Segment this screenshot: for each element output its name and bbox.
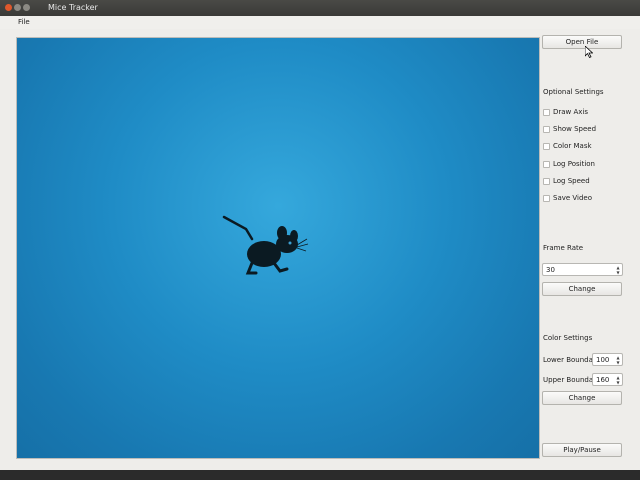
frame-rate-value: 30 xyxy=(546,266,555,274)
close-window-button[interactable] xyxy=(5,4,12,11)
checkbox-box[interactable] xyxy=(543,143,550,150)
color-settings-heading: Color Settings xyxy=(543,334,593,342)
checkbox-label: Log Position xyxy=(553,160,595,168)
play-pause-button[interactable]: Play/Pause xyxy=(542,443,622,457)
upper-boundary-spinbox[interactable]: 160 ▲ ▼ xyxy=(592,373,623,386)
lower-boundary-spinbox[interactable]: 100 ▲ ▼ xyxy=(592,353,623,366)
checkbox-box[interactable] xyxy=(543,161,550,168)
checkbox-label: Save Video xyxy=(553,194,593,202)
lower-boundary-value: 100 xyxy=(596,356,610,364)
mouse-image xyxy=(222,215,309,275)
video-display xyxy=(16,37,540,459)
mouse-cursor-icon xyxy=(585,46,593,58)
main-window: Open File Optional Settings Draw Axis Sh… xyxy=(0,29,640,470)
spin-arrows-icon[interactable]: ▲ ▼ xyxy=(615,375,621,385)
spin-arrows-icon[interactable]: ▲ ▼ xyxy=(615,265,621,275)
spin-arrows-icon[interactable]: ▲ ▼ xyxy=(615,355,621,365)
window-title: Mice Tracker xyxy=(48,3,98,12)
color-change-button[interactable]: Change xyxy=(542,391,622,405)
frame-rate-spinbox[interactable]: 30 ▲ ▼ xyxy=(542,263,623,276)
settings-panel: Open File Optional Settings Draw Axis Sh… xyxy=(541,29,640,470)
upper-boundary-value: 160 xyxy=(596,376,610,384)
checkbox-label: Color Mask xyxy=(553,142,592,150)
minimize-window-button[interactable] xyxy=(14,4,21,11)
frame-rate-heading: Frame Rate xyxy=(543,244,584,252)
frame-rate-change-button[interactable]: Change xyxy=(542,282,622,296)
taskbar-strip xyxy=(0,470,640,480)
checkbox-box[interactable] xyxy=(543,178,550,185)
checkbox-box[interactable] xyxy=(543,195,550,202)
checkbox-label: Show Speed xyxy=(553,125,597,133)
checkbox-box[interactable] xyxy=(543,109,550,116)
title-bar: Mice Tracker xyxy=(0,0,640,16)
open-file-button[interactable]: Open File xyxy=(542,35,622,49)
optional-settings-heading: Optional Settings xyxy=(543,88,604,96)
menu-bar: File xyxy=(0,16,640,30)
checkbox-label: Draw Axis xyxy=(553,108,589,116)
checkbox-box[interactable] xyxy=(543,126,550,133)
checkbox-label: Log Speed xyxy=(553,177,590,185)
maximize-window-button[interactable] xyxy=(23,4,30,11)
menu-file[interactable]: File xyxy=(18,18,30,26)
